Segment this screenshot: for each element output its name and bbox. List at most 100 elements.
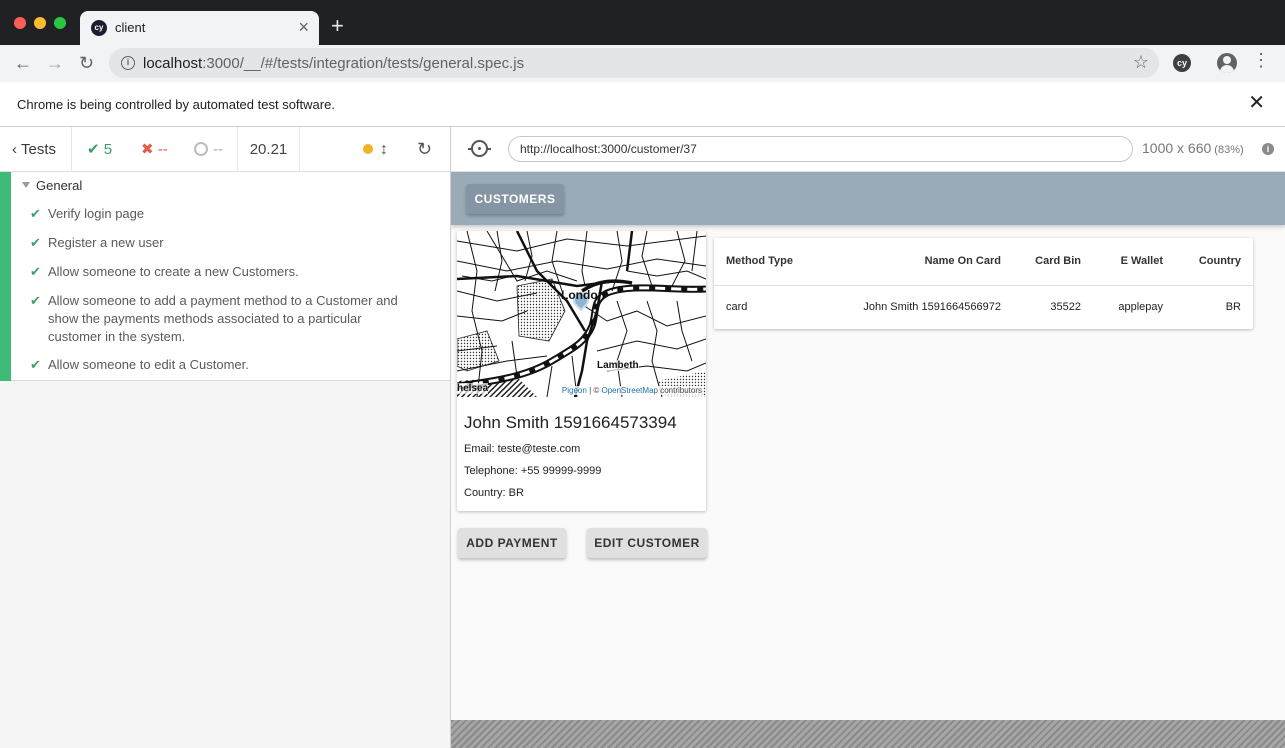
- test-item[interactable]: ✔ Allow someone to edit a Customer.: [30, 356, 410, 374]
- close-window-button[interactable]: [14, 17, 26, 29]
- suite-title[interactable]: General: [22, 178, 82, 193]
- suite-status-bar: [0, 172, 11, 381]
- infobar-message: Chrome is being controlled by automated …: [17, 97, 335, 112]
- menu-kebab-icon[interactable]: ⋮: [1252, 50, 1270, 71]
- attribution-separator: | ©: [586, 386, 602, 395]
- customers-button[interactable]: CUSTOMERS: [466, 184, 564, 214]
- pigeon-link[interactable]: Pigeon: [562, 386, 587, 395]
- bookmark-star-icon[interactable]: ☆: [1133, 52, 1149, 73]
- rerun-tests-icon[interactable]: ↻: [417, 127, 432, 172]
- map-label-city: London: [561, 288, 605, 302]
- pending-ring-icon: [194, 142, 208, 156]
- test-item[interactable]: ✔ Register a new user: [30, 234, 410, 252]
- viewport-info-icon[interactable]: i: [1262, 143, 1274, 155]
- edit-customer-button[interactable]: EDIT CUSTOMER: [587, 528, 707, 558]
- map-attribution: Pigeon | © OpenStreetMap contributors: [561, 386, 702, 395]
- attribution-tail: contributors: [657, 386, 702, 395]
- chevron-left-icon: ‹: [12, 141, 17, 158]
- table-header-row: Method Type Name On Card Card Bin E Wall…: [714, 238, 1253, 286]
- column-header[interactable]: Country: [1199, 255, 1241, 267]
- browser-window: cy client × + ← → ↻ i localhost:3000/__/…: [0, 0, 1285, 748]
- test-label: Allow someone to add a payment method to…: [48, 293, 398, 344]
- duration: 20.21: [238, 127, 300, 172]
- check-icon: ✔: [30, 235, 41, 250]
- automation-infobar: Chrome is being controlled by automated …: [0, 82, 1285, 127]
- test-label: Register a new user: [48, 235, 164, 250]
- add-payment-button[interactable]: ADD PAYMENT: [458, 528, 566, 558]
- map-streets: [457, 231, 706, 397]
- minimize-window-button[interactable]: [34, 17, 46, 29]
- browser-toolbar: ← → ↻ i localhost:3000/__/#/tests/integr…: [0, 45, 1285, 82]
- forward-arrow-icon[interactable]: →: [46, 51, 64, 75]
- tab-bar: cy client × +: [0, 0, 1285, 45]
- osm-link[interactable]: OpenStreetMap: [601, 386, 657, 395]
- cypress-reporter: ‹ Tests ✔ 5 ✖ -- -- 20.21 ↕ ↻ General ✔ Ve…: [0, 127, 451, 748]
- caret-down-icon: [22, 182, 30, 188]
- tests-back-button[interactable]: ‹ Tests: [0, 127, 72, 172]
- cypress-extension-icon[interactable]: cy: [1173, 54, 1191, 72]
- column-header[interactable]: Name On Card: [925, 255, 1001, 267]
- payments-table: Method Type Name On Card Card Bin E Wall…: [714, 238, 1253, 329]
- suite-title-label: General: [36, 178, 83, 193]
- customer-telephone: Telephone: +55 99999-9999: [464, 465, 602, 477]
- customer-card: London Lambeth helsea Pigeon | © OpenStr…: [457, 231, 706, 511]
- auto-scroll-indicator-icon: [363, 144, 373, 154]
- check-icon: ✔: [30, 293, 41, 308]
- viewport-scale: (83%): [1214, 144, 1244, 156]
- map[interactable]: London Lambeth helsea Pigeon | © OpenStr…: [457, 231, 706, 397]
- table-row[interactable]: card John Smith 1591664566972 35522 appl…: [714, 286, 1253, 329]
- address-bar[interactable]: i localhost:3000/__/#/tests/integration/…: [109, 48, 1159, 78]
- tests-back-label: Tests: [21, 141, 57, 158]
- table-cell: applepay: [1118, 301, 1163, 313]
- failed-value: --: [157, 141, 168, 158]
- test-stats: ✔ 5 ✖ -- --: [72, 127, 238, 172]
- table-cell: BR: [1225, 301, 1241, 313]
- column-header[interactable]: Card Bin: [1035, 255, 1081, 267]
- check-icon: ✔: [30, 264, 41, 279]
- reporter-header: ‹ Tests ✔ 5 ✖ -- -- 20.21 ↕ ↻: [0, 127, 450, 172]
- viewport-size: 1000 x 660 (83%): [1142, 140, 1244, 156]
- check-icon: ✔: [30, 357, 41, 372]
- column-header[interactable]: E Wallet: [1121, 255, 1163, 267]
- table-cell: card: [726, 301, 748, 313]
- account-icon[interactable]: [1217, 53, 1237, 73]
- pending-count: --: [194, 127, 223, 172]
- x-icon: ✖: [141, 141, 158, 158]
- cypress-favicon-icon: cy: [91, 20, 107, 36]
- aut-runner: http://localhost:3000/customer/37 1000 x…: [451, 127, 1285, 748]
- reporter-controls: ↕ ↻: [300, 127, 450, 172]
- check-icon: ✔: [30, 206, 41, 221]
- customer-name: John Smith 1591664573394: [464, 413, 677, 432]
- map-label-west: helsea: [457, 383, 489, 394]
- pending-value: --: [213, 141, 223, 158]
- test-label: Verify login page: [48, 206, 145, 221]
- customer-email: Email: teste@teste.com: [464, 443, 581, 455]
- failed-count: ✖ --: [141, 127, 168, 172]
- aut-url-field[interactable]: http://localhost:3000/customer/37: [508, 136, 1133, 162]
- customer-country: Country: BR: [464, 487, 524, 499]
- address-url[interactable]: localhost:3000/__/#/tests/integration/te…: [143, 55, 524, 72]
- site-info-icon[interactable]: i: [121, 56, 135, 70]
- table-cell: John Smith 1591664566972: [863, 301, 1001, 313]
- infobar-close-icon[interactable]: ✕: [1248, 92, 1265, 114]
- passed-value: 5: [103, 141, 113, 158]
- passed-count: ✔ 5: [87, 127, 112, 172]
- auto-scroll-toggle-icon[interactable]: ↕: [380, 127, 388, 172]
- close-tab-icon[interactable]: ×: [298, 17, 309, 37]
- runner-header: http://localhost:3000/customer/37 1000 x…: [451, 127, 1285, 172]
- reload-icon[interactable]: ↻: [79, 51, 94, 75]
- test-item[interactable]: ✔ Verify login page: [30, 205, 410, 223]
- selector-playground-crosshair-icon[interactable]: [468, 140, 491, 157]
- viewport-dimensions: 1000 x 660: [1142, 140, 1212, 156]
- maximize-window-button[interactable]: [54, 17, 66, 29]
- test-item[interactable]: ✔ Allow someone to add a payment method t…: [30, 292, 402, 346]
- new-tab-icon[interactable]: +: [331, 14, 344, 38]
- column-header[interactable]: Method Type: [726, 255, 793, 267]
- test-label: Allow someone to edit a Customer.: [48, 357, 249, 372]
- map-label-area: Lambeth: [597, 360, 639, 371]
- browser-tab[interactable]: cy client ×: [80, 11, 319, 45]
- table-cell: 35522: [1050, 301, 1081, 313]
- url-path: :3000/__/#/tests/integration/tests/gener…: [202, 55, 525, 72]
- test-item[interactable]: ✔ Allow someone to create a new Customers…: [30, 263, 410, 281]
- back-arrow-icon[interactable]: ←: [14, 51, 32, 75]
